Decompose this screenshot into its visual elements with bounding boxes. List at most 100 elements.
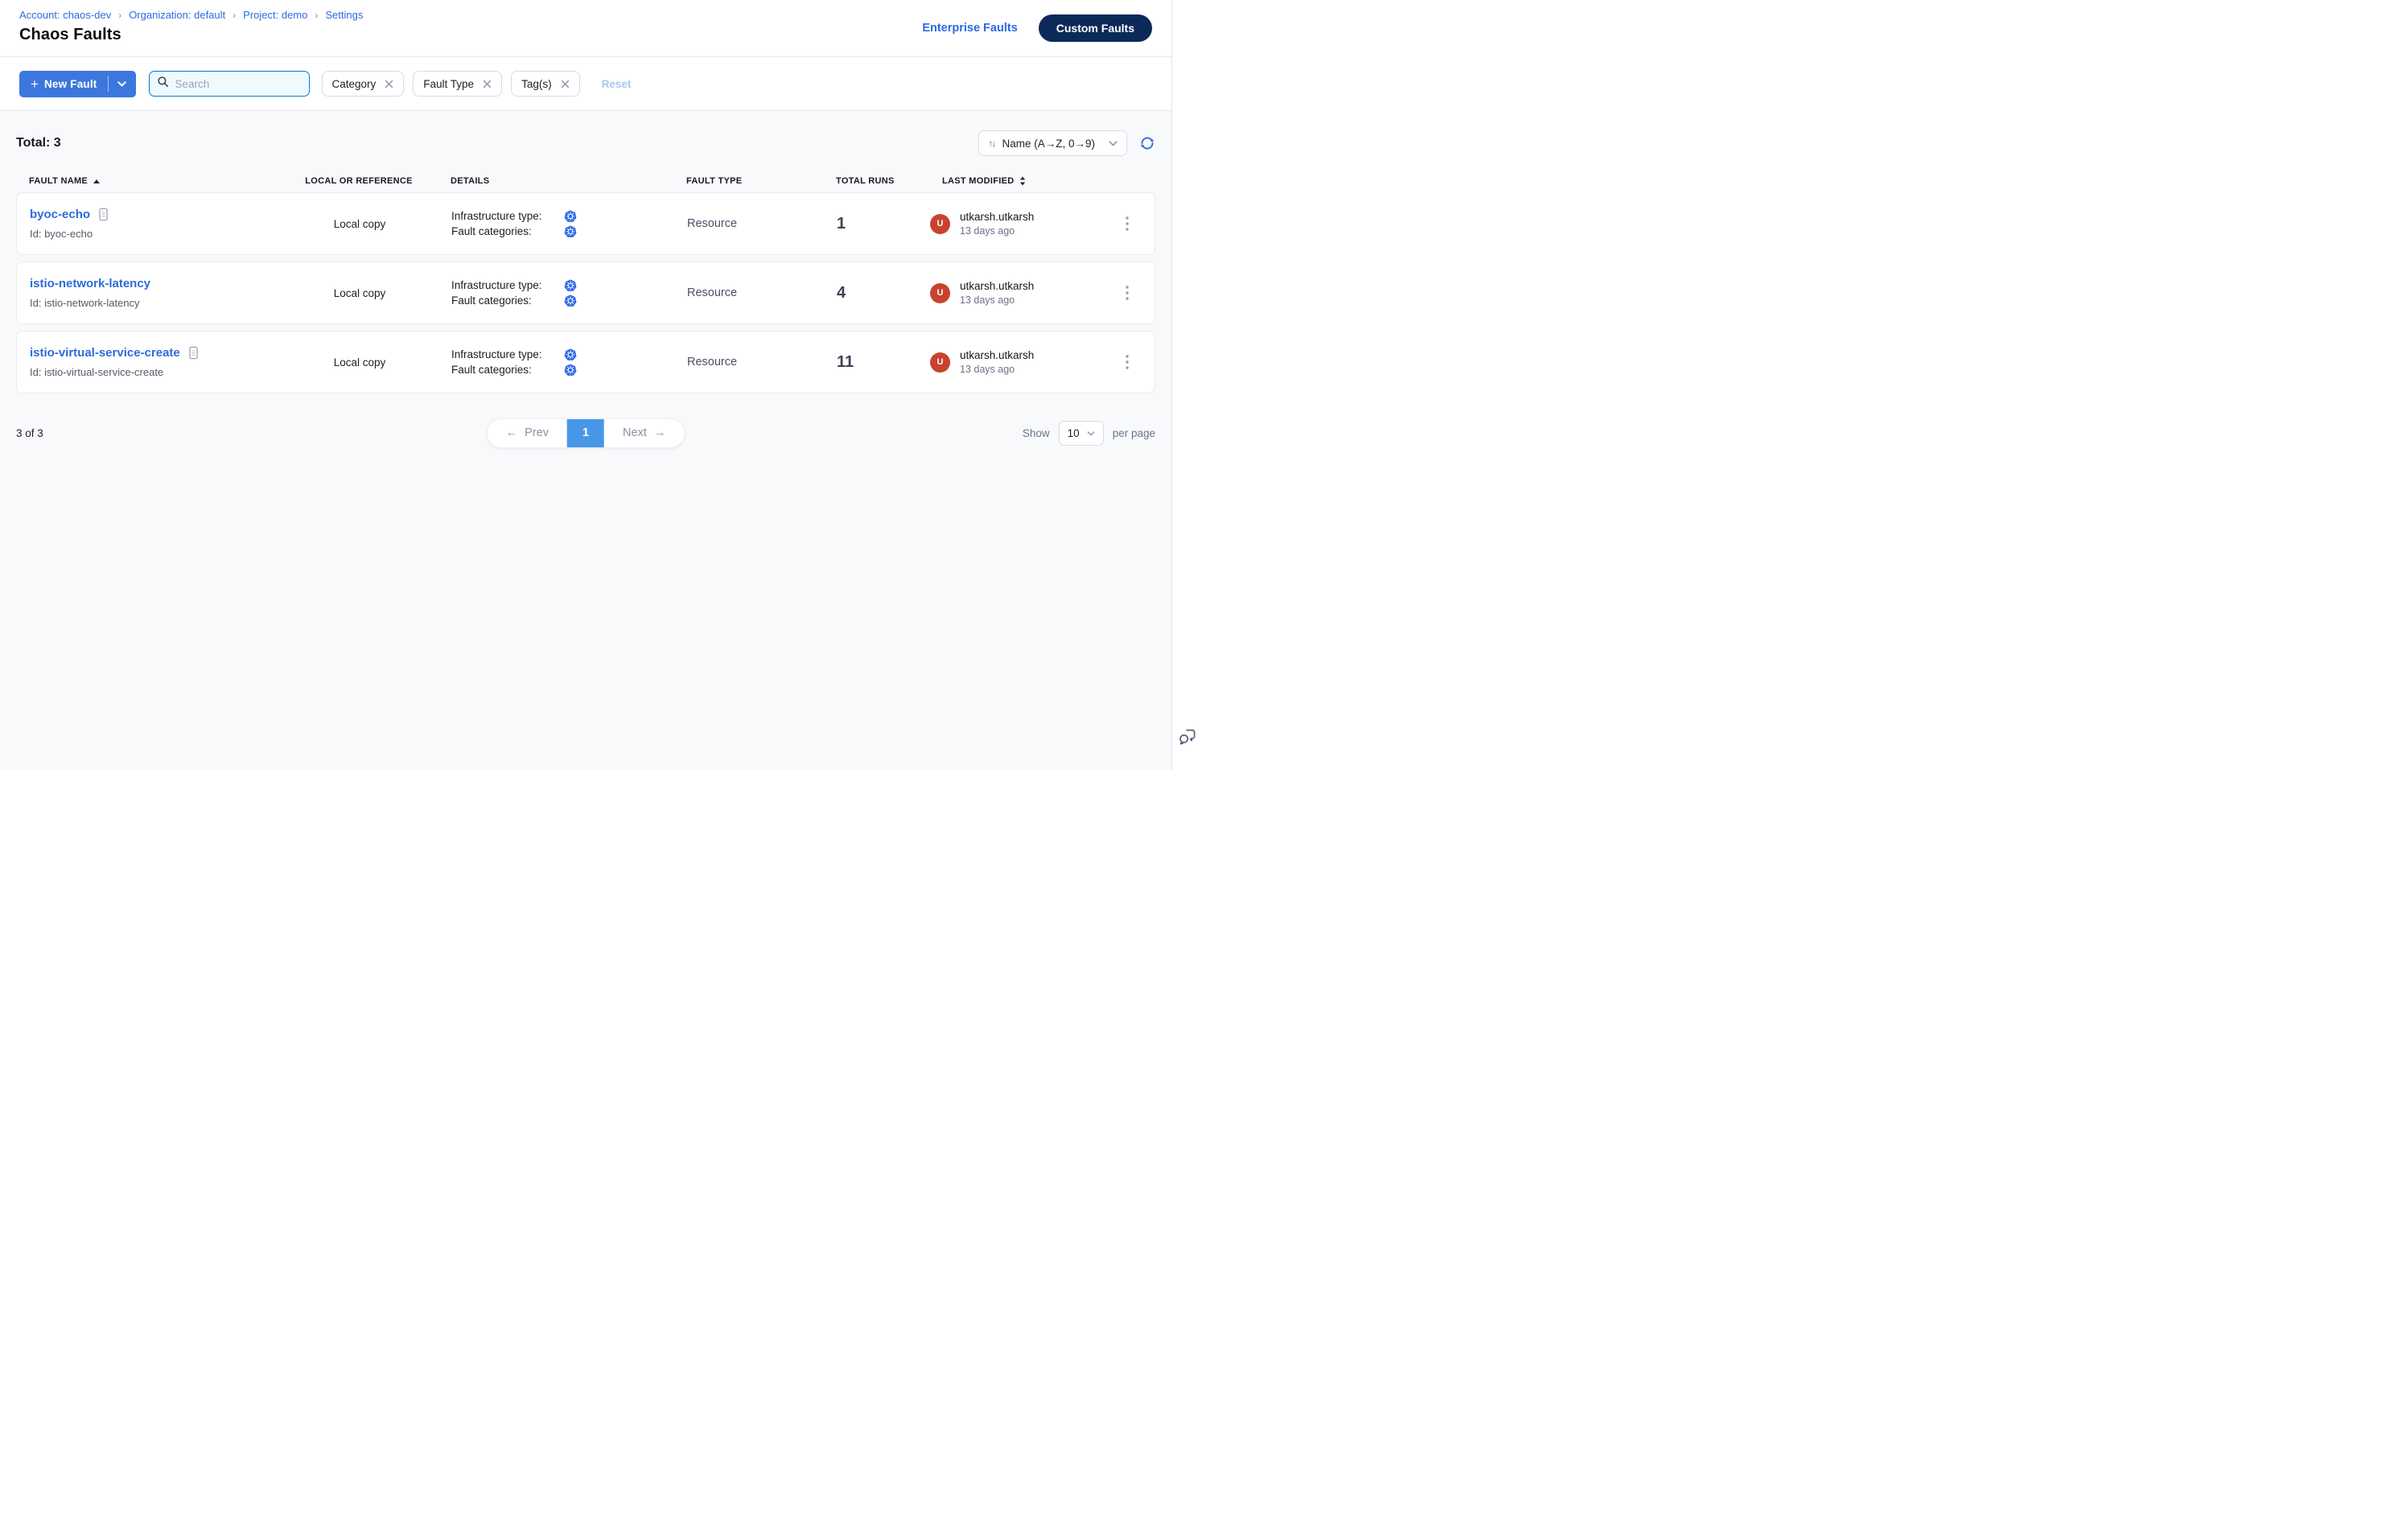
pager: ← Prev 1 Next →: [487, 418, 685, 448]
details-cell: Infrastructure type: Fault categories:: [424, 346, 685, 379]
list-header: Total: 3 ↑↓ Name (A→Z, 0→9): [16, 130, 1155, 156]
page-size-value: 10: [1068, 427, 1080, 439]
infrastructure-type-label: Infrastructure type:: [451, 279, 564, 291]
fault-id: Id: byoc-echo: [30, 228, 295, 240]
filter-chip-label: Tag(s): [521, 78, 552, 90]
breadcrumb-link-organization[interactable]: Organization: default: [129, 9, 225, 21]
right-rail: [1171, 0, 1202, 770]
breadcrumb-link-project[interactable]: Project: demo: [243, 9, 307, 21]
table-row: istio-virtual-service-create Id: istio-v…: [16, 331, 1155, 393]
search-input[interactable]: [175, 78, 302, 90]
column-header-fault-type: FAULT TYPE: [684, 176, 833, 186]
fault-name-cell: istio-virtual-service-create Id: istio-v…: [30, 346, 295, 378]
breadcrumb-link-account[interactable]: Account: chaos-dev: [19, 9, 111, 21]
last-modified-cell: U utkarsh.utkarsh 13 days ago: [930, 349, 1113, 375]
show-label: Show: [1023, 427, 1050, 439]
button-divider: [108, 76, 109, 92]
new-fault-button[interactable]: + New Fault: [19, 71, 136, 97]
breadcrumb-link-settings[interactable]: Settings: [325, 9, 363, 21]
chevron-down-icon: [1087, 426, 1095, 440]
filter-chip-label: Fault Type: [423, 78, 474, 90]
fault-type-cell: Resource: [685, 217, 834, 230]
local-or-reference-cell: Local copy: [295, 287, 424, 299]
close-icon[interactable]: [483, 80, 492, 89]
modified-by: utkarsh.utkarsh: [960, 280, 1034, 292]
table-column-headers: FAULT NAME LOCAL OR REFERENCE DETAILS FA…: [16, 176, 1155, 186]
fault-categories-label: Fault categories:: [451, 225, 564, 237]
arrow-left-icon: ←: [506, 426, 518, 439]
total-count: Total: 3: [16, 136, 61, 150]
fault-type-cell: Resource: [685, 356, 834, 369]
page-header-left: Account: chaos-dev › Organization: defau…: [19, 0, 363, 56]
close-icon[interactable]: [561, 80, 570, 89]
breadcrumb-separator: ›: [118, 10, 121, 21]
kebab-menu-icon[interactable]: [1122, 213, 1132, 234]
avatar: U: [930, 214, 950, 234]
main-column: Account: chaos-dev › Organization: defau…: [0, 0, 1171, 770]
filter-chip-category[interactable]: Category: [322, 71, 405, 97]
kubernetes-icon: [564, 225, 577, 238]
next-page-button[interactable]: Next →: [604, 419, 684, 447]
total-runs-cell: 1: [834, 215, 930, 233]
table-row: istio-network-latency Id: istio-network-…: [16, 261, 1155, 324]
modified-date: 13 days ago: [960, 294, 1034, 306]
total-runs-cell: 4: [834, 284, 930, 303]
fault-name-link[interactable]: byoc-echo: [30, 208, 90, 221]
page-header: Account: chaos-dev › Organization: defau…: [0, 0, 1171, 57]
modified-date: 13 days ago: [960, 225, 1034, 237]
filter-chip-tags[interactable]: Tag(s): [511, 71, 580, 97]
infrastructure-type-label: Infrastructure type:: [451, 210, 564, 222]
fault-name-cell: istio-network-latency Id: istio-network-…: [30, 277, 295, 309]
page-size-select[interactable]: 10: [1059, 421, 1104, 446]
modified-by: utkarsh.utkarsh: [960, 349, 1034, 361]
enterprise-faults-link[interactable]: Enterprise Faults: [922, 22, 1017, 35]
fault-type-cell: Resource: [685, 286, 834, 299]
modified-date: 13 days ago: [960, 364, 1034, 375]
copy-id-icon[interactable]: [188, 346, 199, 360]
sort-both-icon: [1019, 176, 1026, 186]
column-header-label: LAST MODIFIED: [942, 176, 1014, 186]
last-modified-cell: U utkarsh.utkarsh 13 days ago: [930, 211, 1113, 237]
column-header-fault-name[interactable]: FAULT NAME: [29, 176, 294, 186]
column-header-total-runs: TOTAL RUNS: [833, 176, 929, 186]
avatar: U: [930, 283, 950, 303]
chat-icon[interactable]: [1178, 727, 1197, 749]
pagination: 3 of 3 ← Prev 1 Next → Show 10: [16, 418, 1155, 448]
chevron-down-icon[interactable]: [116, 81, 133, 87]
plus-icon: +: [31, 77, 39, 91]
page-header-actions: Enterprise Faults Custom Faults: [922, 0, 1152, 56]
new-fault-label: New Fault: [44, 78, 97, 90]
column-header-local-or-reference: LOCAL OR REFERENCE: [294, 176, 423, 186]
chevron-down-icon: [1109, 141, 1118, 146]
details-cell: Infrastructure type: Fault categories:: [424, 277, 685, 310]
prev-label: Prev: [525, 426, 549, 439]
kebab-menu-icon[interactable]: [1122, 282, 1132, 303]
last-modified-cell: U utkarsh.utkarsh 13 days ago: [930, 280, 1113, 306]
sort-arrows-icon: ↑↓: [988, 138, 994, 149]
infrastructure-type-label: Infrastructure type:: [451, 348, 564, 360]
prev-page-button[interactable]: ← Prev: [488, 419, 567, 447]
search-icon: [157, 76, 169, 92]
breadcrumb: Account: chaos-dev › Organization: defau…: [19, 9, 363, 21]
fault-name-link[interactable]: istio-network-latency: [30, 277, 150, 290]
pagination-range: 3 of 3: [16, 427, 43, 439]
page-size-controls: Show 10 per page: [1023, 421, 1155, 446]
kebab-menu-icon[interactable]: [1122, 352, 1132, 373]
kubernetes-icon: [564, 279, 577, 292]
refresh-icon[interactable]: [1139, 135, 1155, 151]
custom-faults-button[interactable]: Custom Faults: [1039, 14, 1152, 42]
table-row: byoc-echo Id: byoc-echo Local copy Infra…: [16, 192, 1155, 255]
kubernetes-icon: [564, 294, 577, 307]
fault-name-link[interactable]: istio-virtual-service-create: [30, 346, 180, 360]
column-header-label: FAULT NAME: [29, 176, 88, 186]
column-header-last-modified[interactable]: LAST MODIFIED: [929, 176, 1113, 186]
kubernetes-icon: [564, 364, 577, 377]
local-or-reference-cell: Local copy: [295, 356, 424, 369]
close-icon[interactable]: [385, 80, 393, 89]
copy-id-icon[interactable]: [98, 208, 109, 221]
reset-filters-button[interactable]: Reset: [602, 78, 632, 90]
sort-dropdown-value: Name (A→Z, 0→9): [1002, 138, 1097, 150]
sort-dropdown[interactable]: ↑↓ Name (A→Z, 0→9): [978, 130, 1127, 156]
filter-chip-fault-type[interactable]: Fault Type: [413, 71, 502, 97]
current-page-button[interactable]: 1: [567, 419, 604, 447]
